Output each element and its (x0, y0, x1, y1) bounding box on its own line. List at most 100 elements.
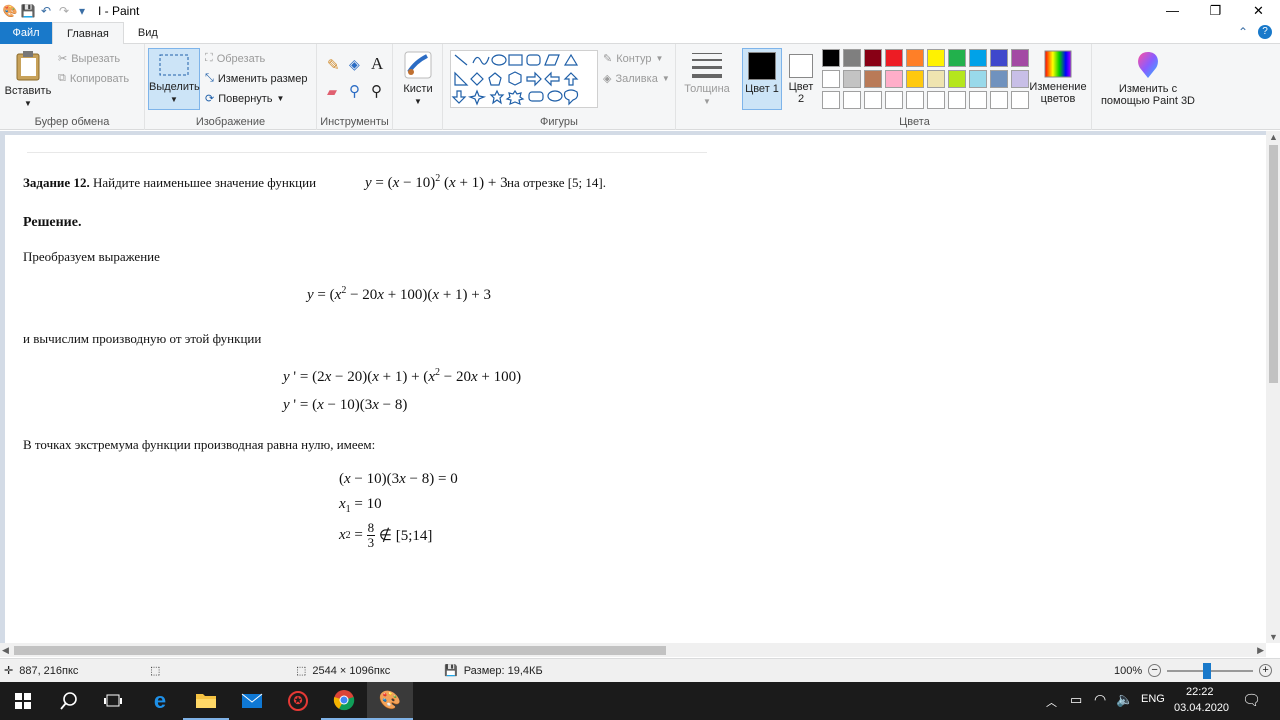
vertical-scroll-thumb[interactable] (1269, 145, 1278, 383)
explorer-taskbar-button[interactable] (183, 682, 229, 720)
palette-swatch[interactable] (990, 91, 1008, 109)
show-hidden-icons[interactable]: ︿ (1046, 694, 1057, 710)
save-icon[interactable]: 💾 (20, 3, 36, 19)
palette-swatch[interactable] (927, 70, 945, 88)
language-indicator[interactable]: ENG (1141, 693, 1165, 705)
chrome-taskbar-button[interactable] (321, 682, 367, 720)
palette-swatch[interactable] (843, 49, 861, 67)
color-picker-icon[interactable]: ⚲ (349, 82, 360, 100)
palette-swatch[interactable] (927, 49, 945, 67)
scroll-up-icon[interactable]: ▲ (1269, 132, 1278, 142)
zoom-slider[interactable] (1167, 662, 1254, 679)
text-tool-icon[interactable]: A (371, 54, 383, 74)
task-view-button[interactable] (90, 682, 136, 720)
zoom-in-icon[interactable]: + (1259, 664, 1273, 677)
palette-swatch[interactable] (885, 49, 903, 67)
edit-colors-button[interactable]: Изменение цветов (1026, 50, 1090, 105)
palette-swatch[interactable] (822, 70, 840, 88)
vertical-scrollbar[interactable]: ▲ ▼ (1266, 131, 1280, 643)
zoom-slider-thumb[interactable] (1203, 662, 1212, 679)
volume-icon[interactable]: 🔈 (1116, 691, 1133, 708)
search-button[interactable] (46, 682, 92, 720)
clock-time[interactable]: 22:22 (1186, 686, 1214, 698)
derivative-text: и вычислим производную от этой функции (23, 331, 262, 346)
outline-button[interactable]: ✎ Контур ▼ (603, 52, 663, 66)
palette-swatch[interactable] (969, 70, 987, 88)
tab-file[interactable]: Файл (0, 22, 52, 44)
horizontal-scroll-thumb[interactable] (14, 646, 666, 655)
shapes-gallery[interactable] (450, 50, 598, 108)
edge-icon: e (153, 688, 167, 713)
palette-swatch[interactable] (948, 70, 966, 88)
security-taskbar-button[interactable]: ✪ (275, 682, 321, 720)
select-button[interactable]: Выделить ▼ (148, 48, 200, 110)
start-button[interactable] (0, 682, 46, 720)
cut-button[interactable]: ✂ Вырезать (58, 52, 120, 66)
scroll-right-icon[interactable]: ▶ (1257, 645, 1264, 656)
tab-home[interactable]: Главная (52, 22, 124, 45)
brushes-button[interactable]: Кисти ▼ (397, 50, 439, 108)
edge-taskbar-button[interactable]: e (137, 682, 183, 720)
pencil-icon[interactable]: ✎ (327, 56, 340, 74)
help-icon[interactable]: ? (1258, 25, 1272, 39)
palette-swatch[interactable] (990, 70, 1008, 88)
palette-swatch[interactable] (822, 49, 840, 67)
magnifier-icon[interactable]: ⚲ (371, 82, 382, 100)
crop-button[interactable]: ⛶ Обрезать (205, 52, 265, 65)
paint-icon: 🎨 (378, 689, 402, 710)
palette-swatch[interactable] (822, 91, 840, 109)
palette-swatch[interactable] (864, 49, 882, 67)
scroll-down-icon[interactable]: ▼ (1269, 632, 1278, 642)
palette-swatch[interactable] (864, 70, 882, 88)
notifications-icon[interactable]: 🗨 (1242, 691, 1261, 709)
battery-icon[interactable]: ▭ (1070, 692, 1082, 708)
undo-icon[interactable]: ↶ (38, 3, 54, 19)
palette-swatch[interactable] (864, 91, 882, 109)
customize-icon[interactable]: ▾ (74, 3, 90, 19)
rotate-button[interactable]: ⟳ Повернуть ▼ (205, 92, 284, 106)
formula-root-1: x1 = 10 (339, 496, 382, 515)
palette-swatch[interactable] (885, 91, 903, 109)
palette-swatch[interactable] (969, 49, 987, 67)
palette-swatch[interactable] (843, 91, 861, 109)
palette-swatch[interactable] (906, 70, 924, 88)
eraser-icon[interactable]: ▰ (327, 84, 337, 100)
copy-button[interactable]: ⧉ Копировать (58, 72, 129, 85)
palette-swatch[interactable] (843, 70, 861, 88)
task-line: Задание 12. Найдите наименьшее значение … (23, 175, 316, 191)
color2-button[interactable]: Цвет 2 (786, 51, 816, 105)
palette-swatch[interactable] (990, 49, 1008, 67)
mail-taskbar-button[interactable] (229, 682, 275, 720)
palette-swatch[interactable] (906, 49, 924, 67)
fill-button[interactable]: ◈ Заливка ▼ (603, 72, 670, 86)
maximize-button[interactable]: ❐ (1194, 0, 1237, 22)
drawing-canvas[interactable]: Задание 12. Найдите наименьшее значение … (5, 135, 1266, 643)
palette-swatch[interactable] (885, 70, 903, 88)
paint3d-button[interactable]: Изменить с помощью Paint 3D (1096, 50, 1200, 107)
palette-swatch[interactable] (906, 91, 924, 109)
wifi-icon[interactable]: ◠ (1094, 691, 1106, 708)
paint-taskbar-button[interactable]: 🎨 (367, 682, 413, 720)
formula-function: y = (x − 10)2 (x + 1) + 3 (365, 173, 508, 191)
tab-view[interactable]: Вид (124, 22, 172, 45)
palette-swatch[interactable] (969, 91, 987, 109)
thickness-button[interactable]: Толщина ▼ (680, 50, 734, 108)
minimize-button[interactable]: — (1151, 0, 1194, 22)
horizontal-scrollbar[interactable]: ◀ ▶ (0, 643, 1266, 657)
scissors-icon: ✂ (58, 53, 68, 65)
palette-swatch[interactable] (927, 91, 945, 109)
scroll-left-icon[interactable]: ◀ (2, 645, 9, 656)
clock-date[interactable]: 03.04.2020 (1174, 702, 1229, 714)
resize-button[interactable]: ⤡ Изменить размер (205, 72, 307, 85)
palette-swatch[interactable] (948, 91, 966, 109)
paste-button[interactable]: Вставить ▼ (4, 50, 52, 110)
select-rectangle-icon (159, 54, 189, 76)
close-button[interactable]: ✕ (1237, 0, 1280, 22)
fill-bucket-icon[interactable]: ◈ (349, 56, 360, 73)
palette-swatch[interactable] (948, 49, 966, 67)
collapse-ribbon-icon[interactable]: ⌃ (1238, 25, 1248, 39)
redo-icon[interactable]: ↷ (56, 3, 72, 19)
cursor-icon: ✛ (4, 665, 14, 677)
zoom-out-icon[interactable]: − (1148, 664, 1162, 677)
color1-button[interactable]: Цвет 1 (742, 48, 782, 110)
